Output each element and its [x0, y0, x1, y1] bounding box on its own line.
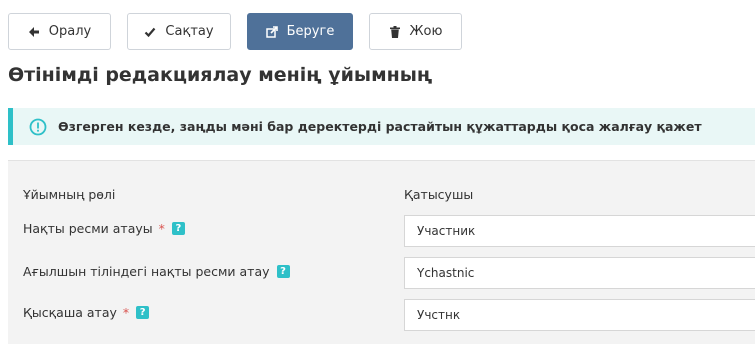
english-name-label-text: Ағылшын тіліндегі нақты ресми атау	[23, 264, 270, 279]
page-title: Өтінімді редакциялау менің ұйымның	[8, 64, 433, 86]
submit-button[interactable]: Беруге	[247, 13, 353, 50]
share-icon	[265, 25, 278, 38]
role-label: Ұйымның рөлі	[23, 187, 115, 202]
exclamation-circle-icon	[29, 118, 47, 136]
alert-text: Өзгерген кезде, заңды мәні бар деректерд…	[58, 119, 702, 134]
check-icon	[144, 26, 156, 38]
back-button[interactable]: Оралу	[8, 13, 111, 50]
official-name-label: Нақты ресми атауы * ?	[23, 221, 185, 236]
delete-button-label: Жою	[409, 24, 443, 39]
save-button-label: Сақтау	[165, 24, 214, 39]
form-panel: Ұйымның рөлі Қатысушы Нақты ресми атауы …	[8, 160, 755, 344]
delete-button[interactable]: Жою	[369, 13, 462, 50]
role-label-text: Ұйымның рөлі	[23, 187, 116, 202]
question-icon[interactable]: ?	[276, 265, 290, 278]
required-mark: *	[158, 221, 165, 236]
required-mark: *	[122, 305, 130, 320]
english-name-input[interactable]	[404, 257, 755, 289]
question-icon[interactable]: ?	[136, 306, 150, 319]
info-alert: Өзгерген кезде, заңды мәні бар деректерд…	[8, 108, 755, 145]
submit-button-label: Беруге	[286, 24, 335, 39]
question-icon[interactable]: ?	[171, 222, 185, 235]
trash-icon	[389, 25, 401, 38]
short-name-label: Қысқаша атау * ?	[23, 305, 150, 320]
arrow-left-icon	[28, 26, 40, 38]
official-name-input[interactable]	[404, 215, 755, 247]
back-button-label: Оралу	[48, 24, 92, 39]
save-button[interactable]: Сақтау	[127, 13, 231, 50]
role-value: Қатысушы	[404, 187, 474, 202]
english-name-label: Ағылшын тіліндегі нақты ресми атау ?	[23, 264, 290, 279]
official-name-label-text: Нақты ресми атауы	[23, 221, 153, 236]
short-name-input[interactable]	[404, 299, 755, 331]
short-name-label-text: Қысқаша атау	[23, 305, 117, 320]
